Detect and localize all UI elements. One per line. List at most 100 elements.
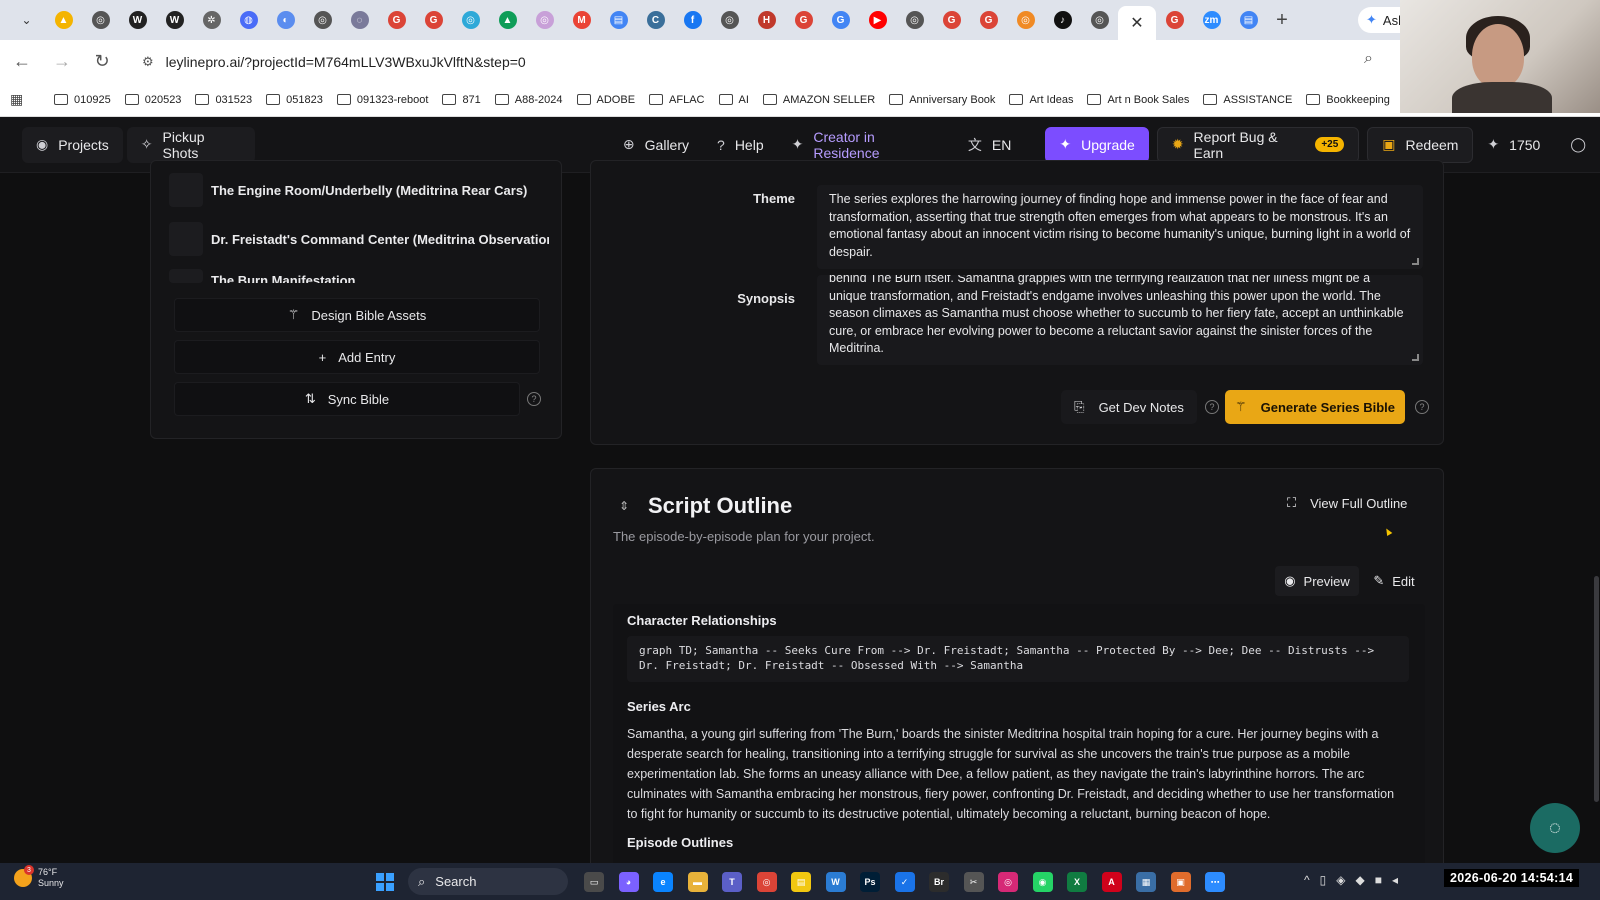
language-button[interactable]: 文 EN (954, 127, 1025, 163)
start-button[interactable] (376, 873, 394, 891)
synopsis-textarea[interactable]: behind The Burn itself. Samantha grapple… (817, 275, 1423, 365)
bookmark-folder[interactable]: 051823 (266, 94, 323, 106)
help-icon[interactable]: ? (527, 392, 541, 406)
generate-series-bible-button[interactable]: ⚚ Generate Series Bible (1225, 390, 1405, 424)
active-tab[interactable]: ✕ (1118, 6, 1156, 40)
app-icon-2[interactable]: ▣ (1170, 872, 1191, 892)
teams-icon[interactable]: T (722, 872, 742, 892)
browser-tab[interactable]: ◎ (1007, 0, 1044, 40)
browser-tab[interactable]: M (563, 0, 600, 40)
browser-tab[interactable]: G (970, 0, 1007, 40)
browser-tab[interactable]: ◎ (1081, 0, 1118, 40)
network-icon[interactable]: ◈ (1336, 873, 1345, 887)
reload-icon[interactable]: ↻ (84, 44, 120, 80)
browser-tab[interactable]: ◎ (304, 0, 341, 40)
bookmark-folder[interactable]: A88-2024 (494, 94, 563, 106)
tab-search-dropdown[interactable]: ⌄ (8, 0, 45, 40)
get-dev-notes-button[interactable]: ⎘ Get Dev Notes (1061, 390, 1197, 424)
theme-textarea[interactable]: The series explores the harrowing journe… (817, 185, 1423, 269)
clock[interactable]: 2026-06-20 14:54:14 (1444, 869, 1580, 887)
sync-bible-button[interactable]: ⇅ Sync Bible (174, 382, 520, 416)
zoom-icon[interactable]: ⌕ (1364, 50, 1373, 68)
help-button[interactable]: ? Help (703, 127, 778, 163)
bridge-icon[interactable]: Br (929, 872, 949, 892)
browser-tab[interactable]: G (822, 0, 859, 40)
volume-icon[interactable]: ◂ (1392, 873, 1398, 887)
browser-tab[interactable]: C (637, 0, 674, 40)
bookmark-folder[interactable]: Art Ideas (1009, 94, 1073, 106)
add-entry-button[interactable]: + Add Entry (174, 340, 540, 374)
bookmark-folder[interactable]: AMAZON SELLER (762, 94, 875, 106)
browser-tab[interactable]: ◎ (526, 0, 563, 40)
chat-support-button[interactable]: ◌ (1530, 803, 1580, 853)
bookmark-folder[interactable]: 020523 (124, 94, 181, 106)
snipping-icon[interactable]: ✂ (963, 872, 984, 892)
acrobat-icon[interactable]: A (1101, 872, 1122, 892)
url-input[interactable]: ⚙ leylinepro.ai/?projectId=M764mLLV3WBxu… (130, 45, 1370, 79)
instagram-icon[interactable]: ◎ (998, 872, 1018, 892)
browser-tab[interactable]: ▲ (45, 0, 82, 40)
report-bug-button[interactable]: ✹ Report Bug & Earn +25 (1156, 126, 1360, 163)
copilot-icon[interactable]: ◕ (618, 872, 639, 892)
bookmark-folder[interactable]: ASSISTANCE (1203, 94, 1292, 106)
task-view-icon[interactable]: ▭ (584, 872, 604, 892)
chrome-icon[interactable]: ◎ (756, 872, 777, 892)
browser-tab[interactable]: G (415, 0, 452, 40)
browser-tab[interactable]: G (933, 0, 970, 40)
view-full-outline-button[interactable]: ⛶ View Full Outline (1287, 495, 1407, 511)
file-explorer-icon[interactable]: ▬ (687, 872, 708, 892)
browser-tab[interactable]: ◍ (230, 0, 267, 40)
creator-in-residence-button[interactable]: ✦ Creator in Residence (778, 127, 954, 163)
page-scrollbar[interactable] (1594, 576, 1599, 802)
browser-tab[interactable]: ◎ (711, 0, 748, 40)
bible-item[interactable]: The Engine Room/Underbelly (Meditrina Re… (169, 173, 549, 207)
design-bible-assets-button[interactable]: ⚚ Design Bible Assets (174, 298, 540, 332)
zoom-icon[interactable]: ⋯ (1205, 872, 1225, 892)
back-icon[interactable]: ← (4, 44, 40, 80)
gallery-button[interactable]: ⊕ Gallery (609, 127, 703, 163)
app-tray-icon[interactable]: ■ (1375, 873, 1382, 887)
pickup-shots-button[interactable]: ✧ Pickup Shots (126, 126, 255, 163)
bookmark-folder[interactable]: Bookkeeping (1306, 94, 1390, 106)
browser-tab[interactable]: H (748, 0, 785, 40)
todo-icon[interactable]: ✓ (894, 872, 915, 892)
bookmark-folder[interactable]: 031523 (195, 94, 252, 106)
browser-tab[interactable]: W (119, 0, 156, 40)
browser-tab[interactable]: ◎ (82, 0, 119, 40)
bible-item[interactable]: Dr. Freistadt's Command Center (Meditrin… (169, 222, 549, 256)
photoshop-icon[interactable]: Ps (860, 872, 880, 892)
credits-display[interactable]: ✦ 1750 (1473, 127, 1554, 163)
browser-tab[interactable]: zm (1193, 0, 1230, 40)
browser-tab[interactable]: ▶ (859, 0, 896, 40)
bookmark-folder[interactable]: 091323-reboot (336, 94, 428, 106)
bookmark-folder[interactable]: 010925 (54, 94, 111, 106)
site-info-icon[interactable]: ⚙ (142, 54, 154, 70)
projects-button[interactable]: ◉ Projects (22, 126, 123, 163)
whatsapp-icon[interactable]: ◉ (1032, 872, 1053, 892)
edit-button[interactable]: ✎ Edit (1363, 566, 1425, 596)
browser-tab[interactable]: ▤ (600, 0, 637, 40)
user-avatar[interactable]: ◯ (1556, 127, 1600, 163)
browser-tab[interactable]: ▲ (489, 0, 526, 40)
apps-grid-icon[interactable]: ▦ (10, 91, 40, 108)
weather-widget[interactable]: 3 76°F Sunny (14, 865, 64, 889)
browser-tab[interactable]: W (156, 0, 193, 40)
browser-tab[interactable]: f (674, 0, 711, 40)
preview-button[interactable]: ◉ Preview (1275, 566, 1359, 596)
forward-icon[interactable]: → (44, 44, 80, 80)
resize-handle-icon[interactable] (1412, 258, 1419, 265)
browser-tab[interactable]: ◌ (341, 0, 378, 40)
bible-item[interactable]: The Burn Manifestation (169, 269, 549, 283)
redeem-button[interactable]: ▣ Redeem (1367, 126, 1474, 163)
browser-tab[interactable]: G (1156, 0, 1193, 40)
bookmark-folder[interactable]: 871 (442, 94, 481, 106)
app-icon[interactable]: ▦ (1136, 872, 1156, 892)
browser-tab[interactable]: ✲ (193, 0, 230, 40)
close-tab-icon[interactable]: ✕ (1130, 13, 1143, 33)
browser-tab[interactable]: ◎ (896, 0, 933, 40)
bookmark-folder[interactable]: ADOBE (576, 94, 635, 106)
browser-tab[interactable]: ▤ (1230, 0, 1267, 40)
help-icon[interactable]: ? (1205, 400, 1219, 414)
browser-tab[interactable]: G (785, 0, 822, 40)
browser-tab[interactable]: ◐ (267, 0, 304, 40)
